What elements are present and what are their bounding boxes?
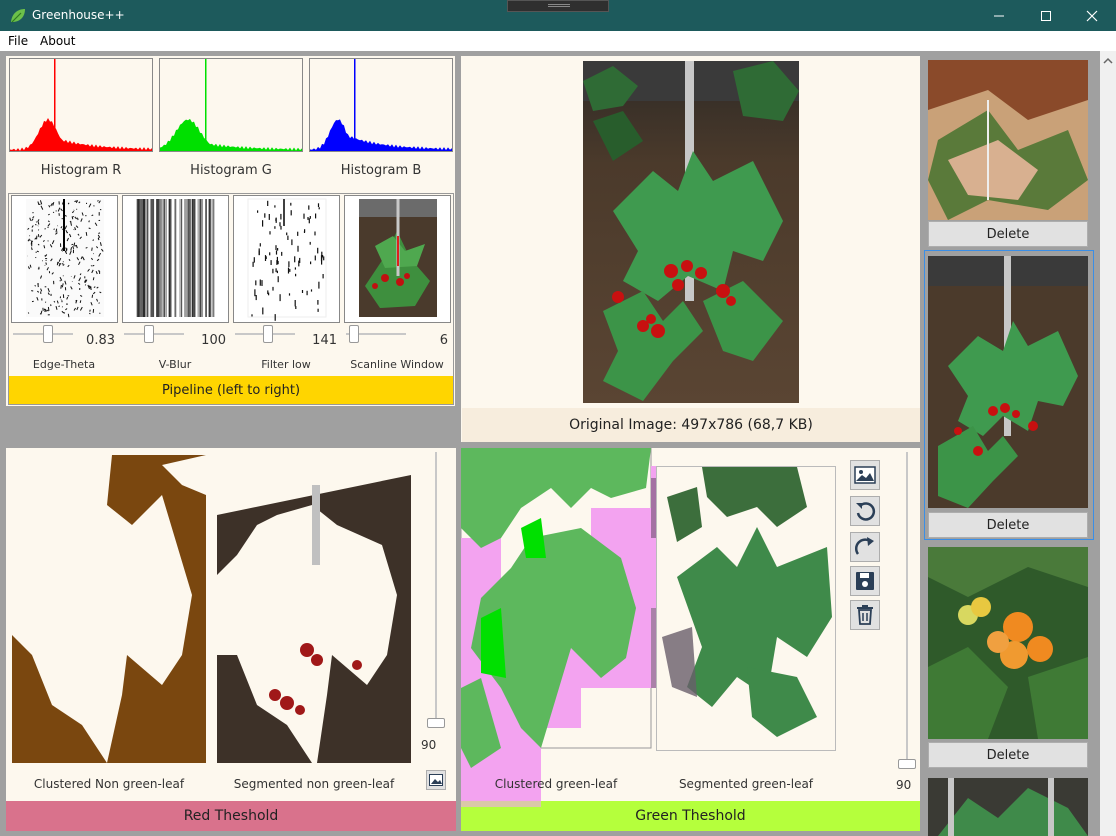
histogram-b-label: Histogram B — [340, 163, 422, 178]
pipeline-slider-1[interactable] — [43, 325, 53, 343]
clustered-non-green-mask — [12, 455, 206, 763]
clustered-non-green-image — [12, 455, 206, 763]
trash-icon — [857, 605, 873, 625]
close-button[interactable] — [1069, 0, 1115, 31]
gallery-image-1[interactable] — [928, 60, 1088, 220]
menu-about[interactable]: About — [40, 34, 75, 48]
gallery-image-4[interactable] — [928, 778, 1088, 836]
histogram-g — [159, 58, 303, 152]
filter-low-image — [234, 196, 339, 322]
scanline-image — [359, 199, 437, 317]
menu-file[interactable]: File — [8, 34, 28, 48]
close-icon — [1086, 10, 1098, 21]
pipeline-label-1: Edge-Theta — [32, 358, 96, 371]
delete-button[interactable] — [850, 600, 880, 630]
image-icon — [854, 466, 876, 484]
segmented-non-green-photo — [217, 455, 411, 763]
histogram-r-label: Histogram R — [40, 163, 122, 178]
menu-bar: File About — [0, 31, 1116, 51]
segmented-non-green-label: Segmented non green-leaf — [233, 777, 395, 791]
rotate-right-icon — [855, 537, 874, 555]
maximize-icon — [1041, 10, 1051, 21]
gallery-photo-4 — [928, 778, 1088, 836]
pipeline-slider-track-2[interactable] — [124, 333, 184, 335]
edge-theta-image — [12, 196, 117, 322]
title-bar: Greenhouse++ — [0, 0, 1116, 31]
pipeline-value-1: 0.83 — [86, 333, 115, 348]
pipeline-slider-2[interactable] — [144, 325, 154, 343]
save-icon — [856, 572, 874, 590]
image-icon — [429, 774, 443, 786]
pipeline-label-4: Scanline Window — [350, 358, 444, 371]
load-image-button[interactable] — [850, 460, 880, 490]
v-blur-preview — [122, 195, 229, 323]
green-threshold-slider[interactable] — [898, 759, 916, 769]
minimize-button[interactable] — [976, 0, 1022, 31]
rotate-right-button[interactable] — [850, 532, 880, 562]
gallery-photo-2 — [928, 256, 1088, 508]
pipeline-title-bar: Pipeline (left to right) — [9, 376, 453, 404]
gallery-photo-1 — [928, 60, 1088, 220]
red-threshold-track[interactable] — [435, 452, 437, 727]
scanline-preview — [344, 195, 451, 323]
scroll-up-icon — [1103, 57, 1113, 64]
original-image-caption: Original Image: 497x786 (68,7 KB) — [462, 408, 920, 442]
window-title: Greenhouse++ — [32, 8, 125, 22]
pipeline-slider-4[interactable] — [348, 325, 359, 343]
histogram-g-label: Histogram G — [190, 163, 272, 178]
gallery-scrollbar[interactable] — [1100, 51, 1116, 836]
histogram-r — [9, 58, 153, 152]
minimize-icon — [994, 15, 1004, 16]
red-threshold-value: 90 — [421, 738, 437, 752]
pipeline-value-4: 6 — [439, 333, 448, 348]
histogram-b — [309, 58, 453, 152]
pipeline-slider-3[interactable] — [262, 325, 273, 343]
gallery-delete-2[interactable]: Delete — [928, 512, 1088, 538]
histogram-r-plot — [10, 59, 152, 151]
pipeline-label-3: Filter low — [261, 358, 311, 371]
clustered-green-label: Clustered green-leaf — [494, 777, 618, 791]
segmented-green-photo — [657, 467, 835, 750]
green-threshold-track[interactable] — [906, 452, 908, 764]
gallery-image-3[interactable] — [928, 547, 1088, 739]
save-button[interactable] — [850, 566, 880, 596]
green-overlay-edge — [461, 801, 541, 807]
edge-theta-preview — [11, 195, 118, 323]
red-threshold-slider[interactable] — [427, 718, 445, 728]
pipeline-value-3: 141 — [312, 333, 337, 348]
histogram-b-plot — [310, 59, 452, 151]
filter-low-preview — [233, 195, 340, 323]
red-threshold-bar: Red Theshold — [6, 801, 456, 831]
gallery-photo-3 — [928, 547, 1088, 739]
segmented-non-green-image — [217, 455, 411, 763]
original-image — [583, 61, 799, 403]
pipeline-label-2: V-Blur — [158, 358, 192, 371]
drag-handle[interactable] — [507, 0, 609, 12]
red-image-button[interactable] — [426, 770, 446, 790]
gallery-delete-1[interactable]: Delete — [928, 221, 1088, 247]
clustered-non-green-label: Clustered Non green-leaf — [33, 777, 185, 791]
rotate-left-icon — [856, 502, 876, 521]
pipeline-value-2: 100 — [201, 333, 226, 348]
green-threshold-value: 90 — [896, 778, 912, 792]
tomato-plant-photo — [583, 61, 799, 403]
rotate-left-button[interactable] — [850, 496, 880, 526]
gallery-image-2[interactable] — [928, 256, 1088, 508]
leaf-app-icon — [11, 9, 25, 23]
maximize-button[interactable] — [1023, 0, 1069, 31]
segmented-green-label: Segmented green-leaf — [678, 777, 814, 791]
histogram-g-plot — [160, 59, 302, 151]
v-blur-image — [123, 196, 228, 322]
gallery-delete-3[interactable]: Delete — [928, 742, 1088, 768]
segmented-green-image — [656, 466, 836, 751]
